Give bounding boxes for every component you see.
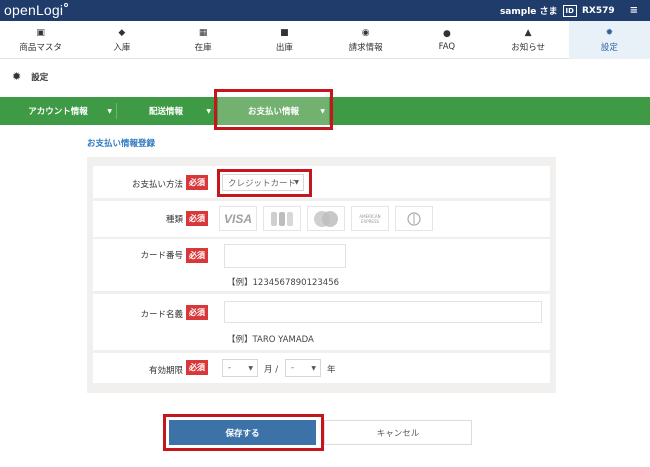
tab-account-label: アカウント情報 bbox=[28, 107, 88, 117]
bell-icon: ▲ bbox=[524, 27, 532, 38]
expiry-month-value: - bbox=[228, 363, 232, 373]
question-icon: ● bbox=[442, 28, 451, 39]
diners-card-logo bbox=[395, 206, 433, 231]
required-badge: 必須 bbox=[186, 360, 208, 375]
card-number-input[interactable] bbox=[224, 244, 346, 268]
card-type-label: 種類 bbox=[165, 215, 183, 225]
highlight-payment-method bbox=[217, 169, 312, 197]
logo-dot-icon bbox=[64, 3, 69, 7]
card-name-label: カード名義 bbox=[140, 310, 183, 320]
payment-form-panel: お支払い方法 必須 クレジットカード ▼ 種類 必須 カード番号 必須 【例】12… bbox=[87, 157, 556, 393]
nav-label-notices: お知らせ bbox=[511, 42, 546, 53]
nav-item-inbound[interactable]: ◆ 入庫 bbox=[81, 21, 162, 59]
highlight-save-button bbox=[163, 414, 324, 451]
expiry-year-value: - bbox=[291, 363, 295, 373]
tab-account-info[interactable]: アカウント情報 ▼ bbox=[0, 97, 116, 125]
user-area: sample さま ID RX579 ≡ bbox=[500, 4, 638, 17]
account-code: RX579 bbox=[581, 5, 615, 16]
chevron-down-icon: ▼ bbox=[248, 364, 253, 372]
required-badge: 必須 bbox=[186, 175, 208, 190]
diners-logo-icon bbox=[407, 211, 421, 226]
page-title-label: 設定 bbox=[31, 72, 49, 83]
jcb-card-logo bbox=[263, 206, 301, 231]
amex-card-logo: AMERICAN EXPRESS bbox=[351, 206, 389, 231]
tab-delivery-info[interactable]: 配送情報 ▼ bbox=[117, 97, 215, 125]
nav-label-products: 商品マスタ bbox=[19, 42, 62, 53]
tab-delivery-chevron-down-icon: ▼ bbox=[206, 107, 211, 115]
section-title: お支払い情報登録 bbox=[87, 139, 156, 149]
menu-icon[interactable]: ≡ bbox=[630, 5, 638, 16]
card-name-input[interactable] bbox=[224, 301, 542, 323]
nav-label-inbound: 入庫 bbox=[113, 42, 131, 53]
page-title: ✹ 設定 bbox=[12, 70, 48, 83]
nav-label-inventory: 在庫 bbox=[194, 42, 212, 53]
gear-icon: ✹ bbox=[605, 27, 614, 38]
required-badge: 必須 bbox=[186, 211, 208, 226]
card-number-label: カード番号 bbox=[140, 251, 183, 261]
openlogi-logo[interactable]: openLogi bbox=[4, 2, 69, 18]
nav-label-settings: 設定 bbox=[600, 42, 618, 53]
mastercard-logo-icon bbox=[314, 210, 338, 227]
payment-method-label: お支払い方法 bbox=[131, 180, 183, 190]
nav-item-billing[interactable]: ◉ 請求情報 bbox=[325, 21, 406, 59]
card-number-hint: 【例】1234567890123456 bbox=[227, 278, 340, 288]
top-header: openLogi sample さま ID RX579 ≡ bbox=[0, 0, 650, 21]
product-icon: ▣ bbox=[36, 27, 45, 38]
mastercard-card-logo bbox=[307, 206, 345, 231]
nav-item-outbound[interactable]: ■ 出庫 bbox=[244, 21, 325, 59]
nav-item-products[interactable]: ▣ 商品マスタ bbox=[0, 21, 81, 59]
visa-card-logo: VISA bbox=[219, 206, 257, 231]
truck-icon: ■ bbox=[280, 27, 289, 38]
nav-item-notices[interactable]: ▲ お知らせ bbox=[488, 21, 569, 59]
month-unit: 月 / bbox=[264, 365, 279, 375]
required-badge: 必須 bbox=[186, 248, 208, 263]
expiry-month-select[interactable]: - ▼ bbox=[222, 359, 258, 377]
inbound-icon: ◆ bbox=[118, 27, 126, 38]
user-name[interactable]: sample さま bbox=[500, 4, 558, 17]
billing-icon: ◉ bbox=[361, 27, 370, 38]
nav-item-faq[interactable]: ● FAQ bbox=[406, 21, 487, 59]
inventory-icon: ▦ bbox=[198, 27, 208, 38]
chevron-down-icon: ▼ bbox=[311, 364, 316, 372]
expiry-label: 有効期限 bbox=[148, 366, 183, 376]
expiry-year-select[interactable]: - ▼ bbox=[285, 359, 321, 377]
jcb-logo-icon bbox=[271, 211, 293, 226]
row-card-name: カード名義 必須 【例】TARO YAMADA bbox=[93, 294, 550, 350]
nav-item-inventory[interactable]: ▦ 在庫 bbox=[163, 21, 244, 59]
id-badge: ID bbox=[562, 4, 577, 17]
nav-label-faq: FAQ bbox=[438, 41, 456, 52]
row-card-number: カード番号 必須 【例】1234567890123456 bbox=[93, 239, 550, 291]
gear-icon: ✹ bbox=[12, 70, 22, 83]
highlight-payment-tab bbox=[214, 89, 333, 130]
row-payment-method: お支払い方法 必須 クレジットカード ▼ bbox=[93, 166, 550, 198]
year-unit: 年 bbox=[327, 365, 336, 375]
row-expiry: 有効期限 必須 - ▼ 月 / - ▼ 年 bbox=[93, 353, 550, 383]
tab-account-chevron-down-icon: ▼ bbox=[107, 107, 112, 115]
tab-delivery-label: 配送情報 bbox=[148, 107, 183, 117]
main-navigation: ▣ 商品マスタ ◆ 入庫 ▦ 在庫 ■ 出庫 ◉ 請求情報 ● FAQ ▲ お知らせ ✹ 設定 bbox=[0, 21, 650, 59]
required-badge: 必須 bbox=[186, 305, 208, 320]
card-name-hint: 【例】TARO YAMADA bbox=[227, 335, 314, 345]
nav-item-settings[interactable]: ✹ 設定 bbox=[568, 21, 650, 59]
nav-label-outbound: 出庫 bbox=[275, 42, 293, 53]
nav-label-billing: 請求情報 bbox=[348, 42, 383, 53]
cancel-button[interactable]: キャンセル bbox=[324, 420, 472, 445]
